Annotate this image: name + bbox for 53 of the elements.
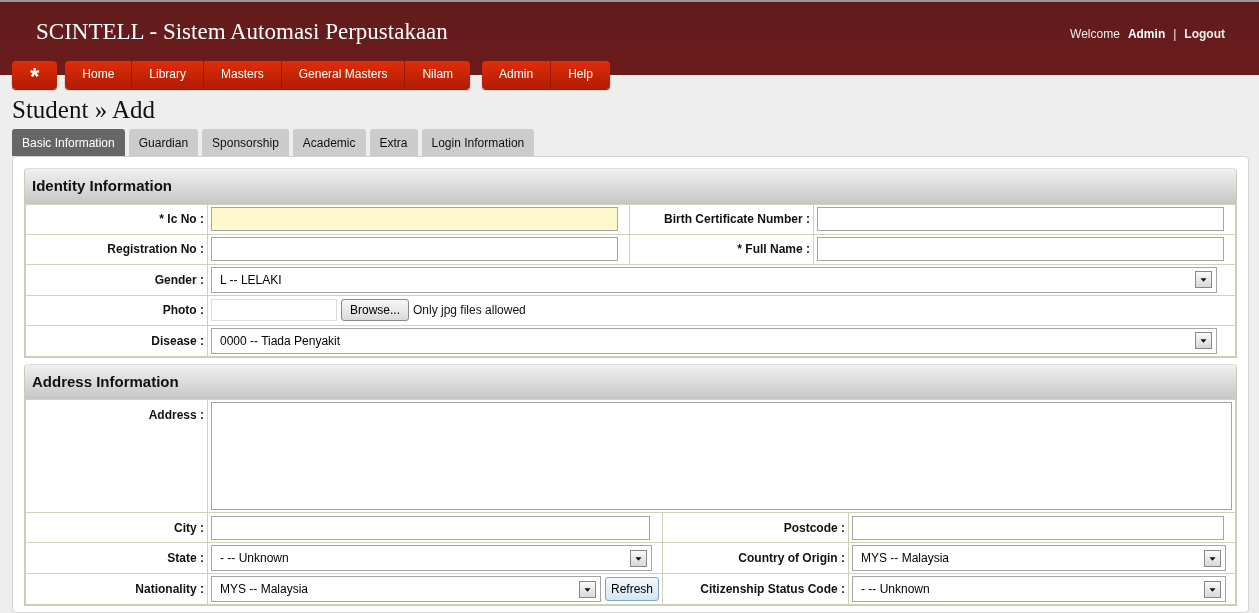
refresh-button[interactable]: Refresh (604, 577, 659, 601)
tab[interactable]: Academic (292, 129, 366, 156)
input-field[interactable] (817, 207, 1224, 231)
dropdown[interactable]: MYS -- Malaysia (211, 576, 601, 602)
section-header: Address Information (25, 363, 1236, 399)
tab[interactable]: Basic Information (12, 129, 125, 156)
menu-item[interactable]: Admin (482, 61, 551, 88)
menu-item[interactable]: Nilam (404, 61, 471, 88)
dropdown[interactable]: - -- Unknown (852, 576, 1227, 602)
field-label: Country of Origin : (738, 551, 845, 565)
field-label: Birth Certificate Number : (663, 212, 810, 226)
input-field[interactable] (852, 515, 1225, 540)
input-field[interactable] (211, 237, 618, 261)
menu-item[interactable]: Masters (203, 61, 281, 88)
page-title: Student » Add (12, 95, 157, 125)
field-label: Postcode : (783, 520, 845, 535)
separator-text: | (1173, 26, 1177, 43)
field-label: Photo : (162, 303, 204, 317)
logout-link[interactable]: Logout (1184, 25, 1225, 43)
browse-button[interactable]: Browse... (341, 299, 409, 321)
field-label: * Ic No : (159, 212, 204, 226)
field-label: Disease : (151, 333, 204, 348)
star-menu-button[interactable]: * (12, 61, 58, 88)
dropdown[interactable]: L -- LELAKI (211, 266, 1217, 293)
user-name: Admin (1127, 26, 1166, 43)
menu-item[interactable]: Home (65, 61, 132, 88)
dropdown[interactable]: 0000 -- Tiada Penyakit (211, 327, 1217, 354)
field-label: Registration No : (107, 242, 204, 256)
menu-item[interactable]: General Masters (280, 61, 405, 88)
menu-item[interactable]: Help (550, 61, 610, 88)
field-label: City : (174, 520, 204, 535)
input-field[interactable] (817, 237, 1224, 261)
field-label: * Full Name : (737, 242, 810, 256)
menu-item[interactable]: Library (131, 61, 204, 88)
field-label: Citizenship Status Code : (700, 582, 845, 596)
field-label: Gender : (154, 272, 204, 287)
welcome-text: Welcome (1070, 26, 1120, 43)
input-field[interactable] (211, 207, 618, 231)
dropdown[interactable]: - -- Unknown (211, 545, 653, 571)
field-label: State : (167, 551, 204, 565)
hint-text: Only jpg files allowed (413, 302, 526, 319)
tab[interactable]: Extra (369, 129, 418, 156)
tab[interactable]: Sponsorship (202, 129, 289, 156)
field-label: Address : (148, 408, 204, 422)
section-header: Identity Information (25, 168, 1236, 204)
tab[interactable]: Login Information (421, 129, 535, 156)
address-textarea[interactable] (211, 402, 1232, 510)
input-field[interactable] (211, 515, 651, 540)
site-title: SCINTELL - Sistem Automasi Perpustakaan (36, 18, 448, 46)
dropdown[interactable]: MYS -- Malaysia (852, 545, 1227, 571)
file-path-field[interactable] (211, 299, 337, 321)
tab[interactable]: Guardian (128, 129, 199, 156)
field-label: Nationality : (135, 582, 204, 596)
